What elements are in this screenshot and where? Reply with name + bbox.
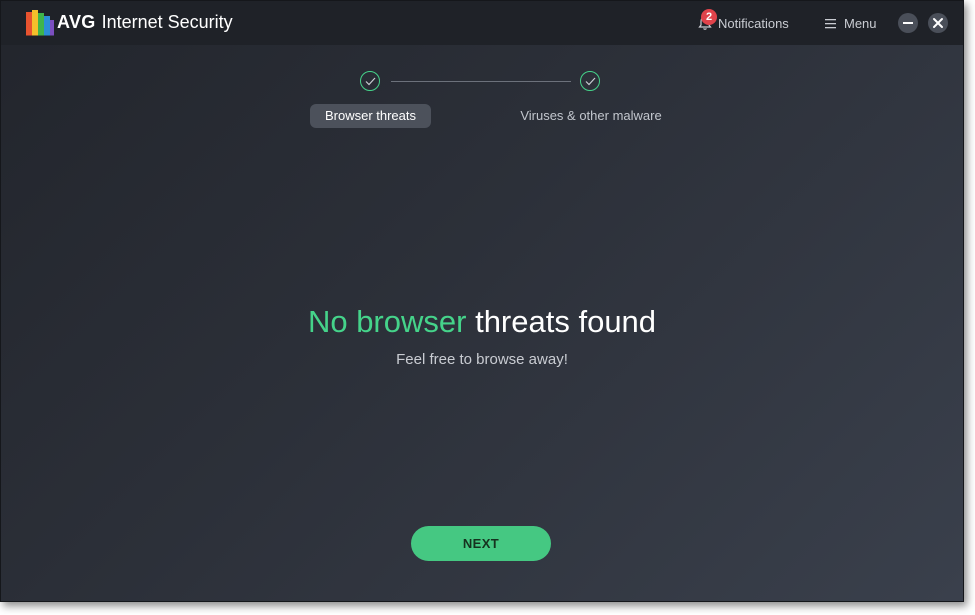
app-title: AVG Internet Security xyxy=(57,12,233,33)
headline-accent: No browser xyxy=(307,304,467,339)
next-button[interactable]: NEXT xyxy=(411,526,551,561)
headline-rest: threats found xyxy=(475,304,657,339)
step-connector xyxy=(391,81,571,82)
step-browser-threats-done xyxy=(360,71,380,91)
notifications-label: Notifications xyxy=(718,16,789,31)
menu-label: Menu xyxy=(844,16,877,31)
minimize-button[interactable] xyxy=(898,13,918,33)
close-button[interactable] xyxy=(928,13,948,33)
minimize-icon xyxy=(903,22,913,24)
tab-browser-threats[interactable]: Browser threats xyxy=(310,104,431,128)
checkmark-icon xyxy=(585,77,596,86)
checkmark-icon xyxy=(365,77,376,86)
close-icon xyxy=(933,18,943,28)
avg-logo-icon xyxy=(26,10,54,37)
step-viruses-done xyxy=(580,71,600,91)
title-bar: AVG Internet Security 2 Notifications Men… xyxy=(1,1,963,45)
notification-count-badge: 2 xyxy=(701,9,717,25)
hamburger-icon xyxy=(825,19,836,29)
brand-name: AVG xyxy=(57,12,96,32)
result-headline: No browser threats found xyxy=(1,304,963,340)
result-subline: Feel free to browse away! xyxy=(396,351,568,368)
app-window: AVG Internet Security 2 Notifications Men… xyxy=(0,0,964,602)
tab-viruses-other-malware[interactable]: Viruses & other malware xyxy=(511,104,671,128)
product-name: Internet Security xyxy=(101,12,233,32)
